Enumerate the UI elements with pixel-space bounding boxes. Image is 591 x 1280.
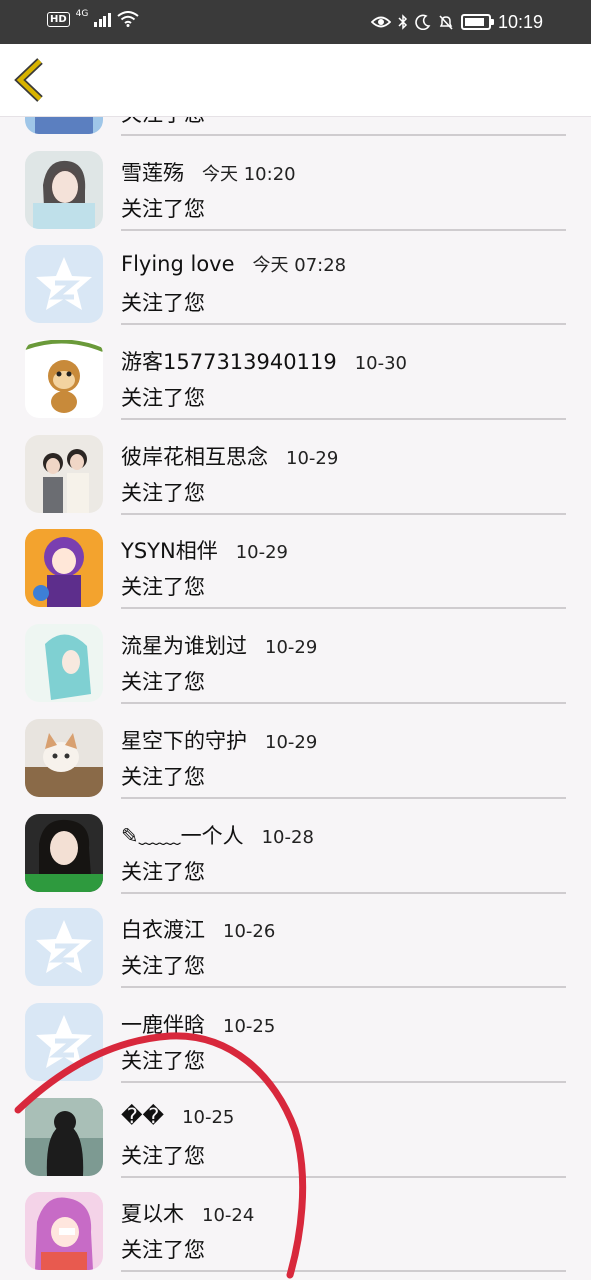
name-line: 星空下的守护 10-29 [121,725,317,755]
list-item[interactable]: 游客1577313940119 10-30 关注了您 [0,324,591,421]
user-name[interactable]: 白衣渡江 [121,914,205,944]
user-name[interactable]: �� [121,1104,164,1128]
back-button[interactable] [12,57,52,103]
follow-message: 关注了您 [121,954,205,979]
name-line: 游客1577313940119 10-30 [121,346,407,376]
list-item[interactable]: 一鹿伴晗 10-25 关注了您 [0,987,591,1083]
name-line: 彼岸花相互思念 10-29 [121,441,338,471]
follow-time: 10-29 [265,731,318,753]
list-item[interactable]: 雪莲殇 今天 10:20 关注了您 [0,135,591,231]
status-time: 10:19 [497,12,543,32]
user-name[interactable]: 流星为谁划过 [121,630,247,660]
avatar[interactable] [25,245,103,324]
avatar[interactable] [25,718,103,797]
follower-list-content: 关注了您雪莲殇今天 10:20关注了您Flying love今天 07:28关注… [0,116,591,1273]
avatar[interactable] [25,813,103,892]
avatar[interactable] [25,150,103,229]
avatar[interactable] [25,116,103,134]
eye-comfort-icon [370,16,391,28]
app-header [0,44,591,116]
status-bar: HD 4G 10:19 [0,0,591,44]
user-name[interactable]: 雪莲殇 [121,157,184,187]
follow-time: 10-30 [354,353,408,375]
user-name[interactable]: 一鹿伴晗 [121,1009,205,1039]
divider [121,1270,566,1273]
mute-bell-icon [439,15,453,30]
list-item[interactable]: �� 10-25 关注了您 [0,1082,591,1178]
status-left: HD 4G [47,9,139,27]
follow-message: 关注了您 [121,1238,205,1263]
name-line: 一鹿伴晗 10-25 [121,1009,275,1039]
follow-time: 10-26 [223,921,276,943]
list-item[interactable]: 夏以木 10-24 关注了您 [0,1176,591,1273]
follow-message: 关注了您 [121,1143,205,1168]
user-name[interactable]: 夏以木 [121,1198,184,1228]
signal-icon [94,12,111,27]
moon-icon [415,14,431,30]
follow-message: 关注了您 [121,575,205,600]
follow-time: 10-25 [182,1106,235,1128]
follow-message: 关注了您 [121,859,205,884]
follow-time: 10-28 [261,826,314,848]
list-item[interactable]: 流星为谁划过 10-29 关注了您 [0,608,591,705]
name-line: YSYN相伴 10-29 [121,535,288,565]
follow-time: 10-29 [265,637,318,659]
follow-message: 关注了您 [121,480,205,505]
name-line: 流星为谁划过 10-29 [121,630,317,660]
list-item[interactable]: 关注了您 [0,116,591,136]
list-item[interactable]: 白衣渡江 10-26 关注了您 [0,892,591,989]
user-name[interactable]: 彼岸花相互思念 [121,441,268,471]
list-item[interactable]: Flying love 今天 07:28 关注了您 [0,229,591,326]
chevron-left-icon [14,58,43,102]
follow-message: 关注了您 [121,670,205,695]
name-line: �� 10-25 [121,1104,234,1128]
user-name[interactable]: 游客1577313940119 [121,346,337,376]
avatar[interactable] [25,1192,103,1271]
battery-fill [464,18,484,26]
name-line: 夏以木 10-24 [121,1198,254,1228]
follow-time: 今天 07:28 [252,255,347,277]
name-line: 雪莲殇 今天 10:20 [121,157,296,187]
list-item[interactable]: 彼岸花相互思念 10-29 关注了您 [0,419,591,515]
name-line: Flying love 今天 07:28 [121,251,346,277]
status-right: 10:19 [370,9,543,35]
follow-time: 10-24 [202,1205,255,1227]
user-name[interactable]: YSYN相伴 [121,535,218,565]
follow-time: 10-29 [235,542,289,564]
avatar[interactable] [25,1097,103,1176]
battery-icon [460,14,494,30]
follow-message: 关注了您 [121,291,205,316]
follower-list[interactable]: 关注了您雪莲殇今天 10:20关注了您Flying love今天 07:28关注… [0,116,591,1280]
user-name[interactable]: ✎﹏﹏一个人 [121,820,244,850]
follow-message: 关注了您 [121,764,205,789]
name-line: ✎﹏﹏一个人 10-28 [121,820,314,850]
user-name[interactable]: 星空下的守护 [121,725,247,755]
follow-message: 关注了您 [121,386,205,411]
list-item[interactable]: YSYN相伴 10-29 关注了您 [0,513,591,610]
follow-message: 关注了您 [121,1048,205,1073]
avatar[interactable] [25,434,103,513]
follow-message: 关注了您 [121,116,205,128]
network-type: 4G [75,9,89,19]
avatar[interactable] [25,908,103,987]
follow-time: 今天 10:20 [202,163,296,185]
avatar[interactable] [25,340,103,419]
hd-badge: HD [47,11,70,27]
user-name[interactable]: Flying love [121,252,235,276]
list-item[interactable]: ✎﹏﹏一个人 10-28 关注了您 [0,798,591,894]
follow-time: 10-29 [286,447,339,469]
wifi-icon [117,11,139,27]
avatar[interactable] [25,624,103,703]
avatar[interactable] [25,529,103,608]
avatar[interactable] [25,1002,103,1081]
follow-message: 关注了您 [121,196,205,221]
bluetooth-icon [398,14,408,30]
name-line: 白衣渡江 10-26 [121,914,275,944]
list-item[interactable]: 星空下的守护 10-29 关注了您 [0,703,591,799]
follow-time: 10-25 [223,1015,276,1037]
